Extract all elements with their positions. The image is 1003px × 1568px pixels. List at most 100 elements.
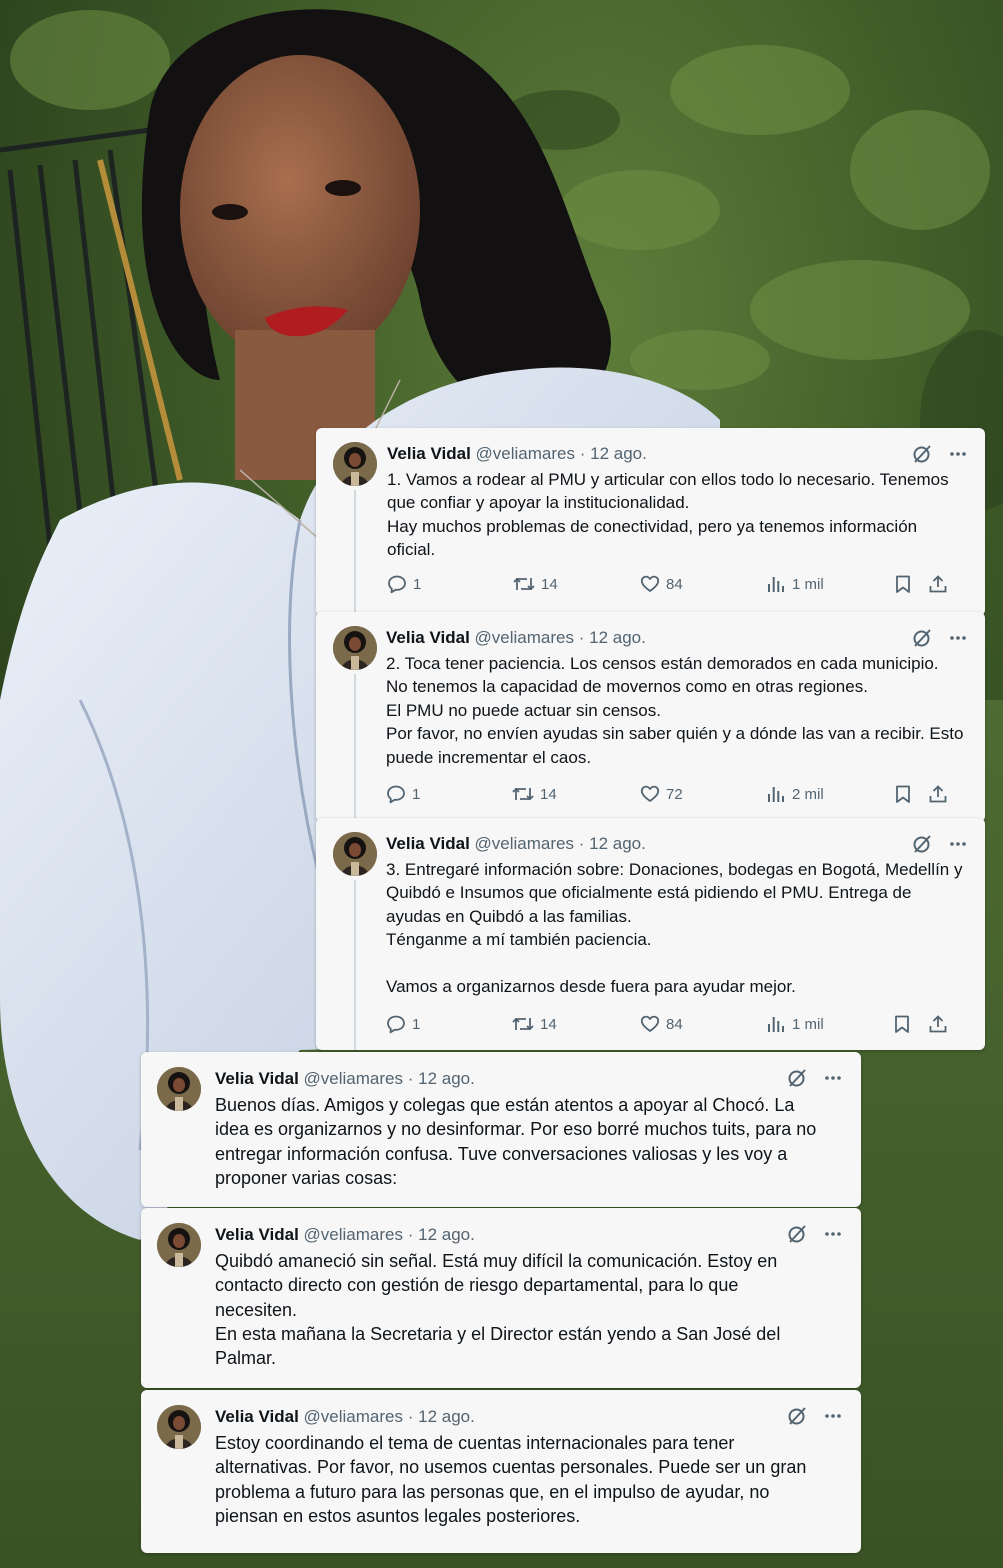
grok-icon[interactable]: [912, 834, 932, 854]
share-icon: [929, 785, 947, 803]
share-button[interactable]: [928, 1014, 948, 1034]
views-icon: [768, 787, 784, 802]
retweet-count: 14: [541, 575, 558, 593]
like-button[interactable]: 84: [640, 574, 683, 594]
views-button[interactable]: 2 mil: [766, 784, 824, 804]
more-icon[interactable]: [948, 834, 968, 854]
author-name[interactable]: Velia Vidal: [215, 1225, 299, 1244]
author-handle[interactable]: @veliamares: [475, 628, 574, 647]
retweet-button[interactable]: 14: [513, 574, 558, 594]
tweet-date[interactable]: 12 ago.: [418, 1407, 475, 1426]
bookmark-button[interactable]: [893, 574, 913, 594]
views-icon: [768, 1017, 784, 1032]
avatar[interactable]: [157, 1405, 201, 1449]
tweet-card-6[interactable]: Velia Vidal @veliamares · 12 ago. Estoy …: [141, 1390, 861, 1553]
tweet-date[interactable]: 12 ago.: [590, 444, 647, 463]
reply-count: 1: [413, 575, 422, 593]
reply-icon: [387, 1015, 405, 1034]
author-handle[interactable]: @veliamares: [304, 1069, 403, 1088]
share-icon: [929, 575, 947, 593]
retweet-button[interactable]: 14: [512, 784, 557, 804]
tweet-card-1[interactable]: Velia Vidal @veliamares · 12 ago. 1. Vam…: [316, 428, 985, 616]
retweet-count: 14: [540, 785, 557, 803]
retweet-icon: [512, 787, 534, 801]
tweet-date[interactable]: 12 ago.: [589, 834, 646, 853]
more-icon[interactable]: [948, 444, 968, 464]
like-count: 84: [666, 1015, 683, 1033]
views-button[interactable]: 1 mil: [766, 1014, 824, 1034]
separator: ·: [407, 1225, 414, 1244]
reply-button[interactable]: 1: [387, 574, 421, 594]
tweet-text: 3. Entregaré información sobre: Donacion…: [386, 860, 963, 997]
grok-icon[interactable]: [787, 1068, 807, 1088]
author-name[interactable]: Velia Vidal: [215, 1069, 299, 1088]
tweet-date[interactable]: 12 ago.: [418, 1225, 475, 1244]
author-handle[interactable]: @veliamares: [475, 834, 574, 853]
avatar[interactable]: [333, 442, 377, 486]
bookmark-button[interactable]: [893, 784, 913, 804]
tweet-card-2[interactable]: Velia Vidal @veliamares · 12 ago. 2. Toc…: [316, 612, 985, 822]
views-count: 2 mil: [792, 785, 824, 803]
avatar[interactable]: [333, 626, 377, 670]
reply-icon: [388, 575, 406, 594]
reply-button[interactable]: 1: [386, 1014, 420, 1034]
like-count: 84: [666, 575, 683, 593]
more-icon[interactable]: [823, 1068, 843, 1088]
reply-count: 1: [412, 785, 421, 803]
like-count: 72: [666, 785, 683, 803]
author-handle[interactable]: @veliamares: [304, 1225, 403, 1244]
author-handle[interactable]: @veliamares: [476, 444, 575, 463]
tweet-text: 1. Vamos a rodear al PMU y articular con…: [387, 470, 949, 560]
grok-icon[interactable]: [912, 444, 932, 464]
views-count: 1 mil: [792, 575, 824, 593]
bookmark-icon: [896, 575, 910, 593]
views-count: 1 mil: [792, 1015, 824, 1033]
share-button[interactable]: [928, 784, 948, 804]
thread-line: [354, 490, 356, 616]
author-name[interactable]: Velia Vidal: [215, 1407, 299, 1426]
tweet-card-3[interactable]: Velia Vidal @veliamares · 12 ago. 3. Ent…: [316, 818, 985, 1050]
author-handle[interactable]: @veliamares: [304, 1407, 403, 1426]
like-icon: [640, 785, 660, 802]
tweet-card-4[interactable]: Velia Vidal @veliamares · 12 ago. Buenos…: [141, 1052, 861, 1207]
share-icon: [929, 1015, 947, 1033]
like-button[interactable]: 84: [640, 1014, 683, 1034]
retweet-count: 14: [540, 1015, 557, 1033]
reply-button[interactable]: 1: [386, 784, 420, 804]
tweet-actions: 1 14 72 2 mil: [386, 784, 956, 806]
bookmark-button[interactable]: [892, 1014, 912, 1034]
bookmark-icon: [895, 1015, 909, 1033]
more-icon[interactable]: [823, 1406, 843, 1426]
more-icon[interactable]: [823, 1224, 843, 1244]
avatar[interactable]: [157, 1223, 201, 1267]
thread-line: [354, 674, 356, 822]
retweet-button[interactable]: 14: [512, 1014, 557, 1034]
tweet-card-5[interactable]: Velia Vidal @veliamares · 12 ago. Quibdó…: [141, 1208, 861, 1388]
like-icon: [640, 575, 660, 592]
avatar[interactable]: [157, 1067, 201, 1111]
like-icon: [640, 1015, 660, 1032]
tweet-text: 2. Toca tener paciencia. Los censos está…: [386, 654, 964, 767]
author-name[interactable]: Velia Vidal: [387, 444, 471, 463]
tweet-date[interactable]: 12 ago.: [589, 628, 646, 647]
avatar[interactable]: [333, 832, 377, 876]
more-icon[interactable]: [948, 628, 968, 648]
grok-icon[interactable]: [787, 1406, 807, 1426]
tweet-date[interactable]: 12 ago.: [418, 1069, 475, 1088]
grok-icon[interactable]: [787, 1224, 807, 1244]
reply-icon: [387, 785, 405, 804]
separator: ·: [578, 628, 585, 647]
views-button[interactable]: 1 mil: [766, 574, 824, 594]
bookmark-icon: [896, 785, 910, 803]
share-button[interactable]: [928, 574, 948, 594]
tweet-text: Quibdó amaneció sin señal. Está muy difí…: [215, 1251, 781, 1369]
separator: ·: [578, 834, 585, 853]
tweet-actions: 1 14 84 1 mil: [386, 1014, 956, 1036]
retweet-icon: [513, 577, 535, 591]
like-button[interactable]: 72: [640, 784, 683, 804]
tweet-text: Estoy coordinando el tema de cuentas int…: [215, 1433, 807, 1526]
thread-line: [354, 880, 356, 1050]
author-name[interactable]: Velia Vidal: [386, 834, 470, 853]
grok-icon[interactable]: [912, 628, 932, 648]
author-name[interactable]: Velia Vidal: [386, 628, 470, 647]
